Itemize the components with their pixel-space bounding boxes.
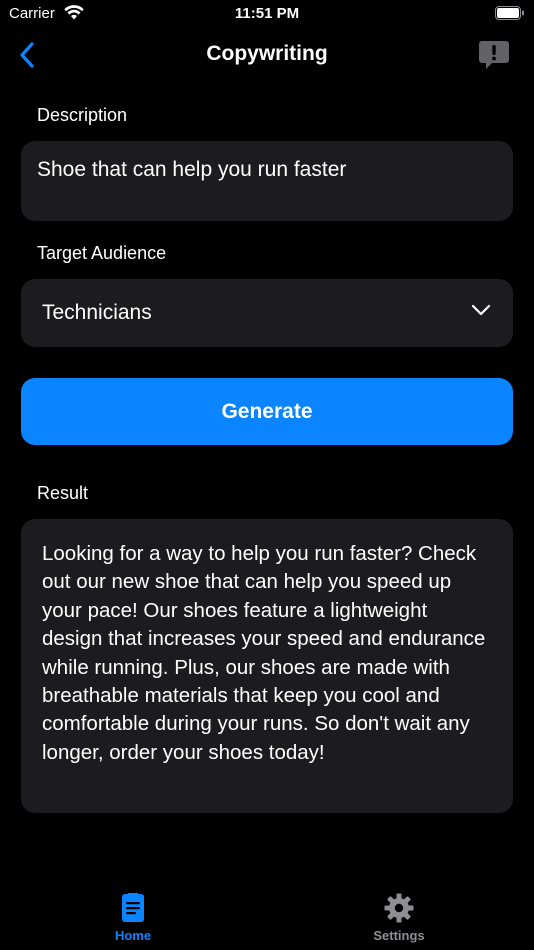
chevron-down-icon — [471, 304, 491, 316]
target-audience-select[interactable]: Technicians — [21, 279, 513, 347]
exclamation-bubble-icon — [479, 41, 509, 69]
description-label: Description — [37, 105, 128, 125]
result-box[interactable]: Looking for a way to help you run faster… — [21, 519, 513, 813]
tab-settings[interactable]: Settings — [339, 892, 459, 943]
battery-icon — [495, 6, 525, 20]
tab-bar: Home Settings — [0, 880, 534, 950]
tab-home[interactable]: Home — [73, 892, 193, 943]
navigation-bar: Copywriting — [0, 30, 534, 80]
gear-icon — [384, 893, 414, 923]
result-label: Result — [37, 483, 89, 503]
target-audience-label: Target Audience — [37, 243, 167, 263]
description-input[interactable]: Shoe that can help you run faster — [21, 141, 513, 221]
app-screen: Carrier 11:51 PM Copywriting Description… — [0, 0, 534, 950]
tab-settings-label: Settings — [373, 928, 425, 943]
result-text: Looking for a way to help you run faster… — [42, 542, 486, 764]
document-icon — [122, 893, 144, 922]
status-bar: Carrier 11:51 PM — [0, 0, 534, 28]
feedback-button[interactable] — [476, 38, 512, 72]
generate-button[interactable]: Generate — [21, 378, 513, 445]
target-audience-value: Technicians — [42, 301, 152, 324]
status-time: 11:51 PM — [234, 5, 300, 22]
tab-home-label: Home — [114, 928, 152, 943]
page-title: Copywriting — [206, 42, 328, 65]
